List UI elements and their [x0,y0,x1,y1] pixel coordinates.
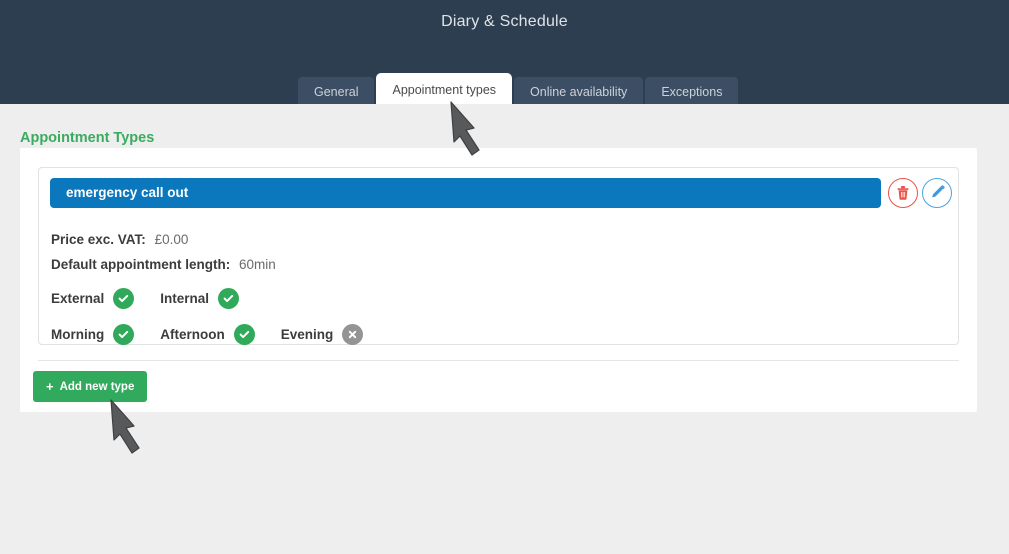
flag-internal: Internal [160,288,240,309]
flag-morning-label: Morning [51,327,105,342]
flag-morning: Morning [51,324,135,345]
app-header: Diary & Schedule General Appointment typ… [0,0,1009,108]
page-title: Diary & Schedule [441,13,568,30]
flag-evening: Evening [281,324,364,345]
tab-bar: General Appointment types Online availab… [298,73,740,108]
check-circle-icon [233,324,255,345]
flag-external-label: External [51,291,105,306]
appointment-type-name-bar: emergency call out [50,178,881,208]
add-new-type-button[interactable]: + Add new type [33,371,148,402]
section-heading: Appointment Types [20,130,155,146]
price-value: £0.00 [154,232,189,247]
trash-icon [889,184,917,202]
price-label: Price exc. VAT: [51,232,146,247]
cross-circle-icon [342,324,364,345]
price-detail: Price exc. VAT: £0.00 [51,232,188,247]
flag-internal-label: Internal [160,291,210,306]
tab-appointment-types[interactable]: Appointment types [376,73,513,108]
length-detail: Default appointment length: 60min [51,257,276,272]
appointment-type-card: emergency call out Price exc. VAT: £0.00… [38,167,959,345]
length-label: Default appointment length: [51,257,231,272]
pencil-icon [923,184,951,202]
check-circle-icon [113,288,135,309]
panel-divider [38,360,959,361]
check-circle-icon [218,288,240,309]
check-circle-icon [113,324,135,345]
flag-afternoon: Afternoon [160,324,255,345]
edit-appointment-type-button[interactable] [922,178,952,208]
location-flags-row: External Internal [51,288,265,309]
flag-evening-label: Evening [280,327,334,342]
flag-external: External [51,288,135,309]
content-area: Appointment Types emergency call out Pri… [0,104,990,554]
time-of-day-flags-row: Morning Afternoon Evening [51,324,389,345]
flag-afternoon-label: Afternoon [160,327,225,342]
add-new-type-label: Add new type [59,380,135,393]
appointment-type-name: emergency call out [66,185,189,200]
plus-icon: + [46,379,54,394]
delete-appointment-type-button[interactable] [888,178,918,208]
length-value: 60min [239,257,276,272]
appointment-types-panel: emergency call out Price exc. VAT: £0.00… [20,148,977,412]
